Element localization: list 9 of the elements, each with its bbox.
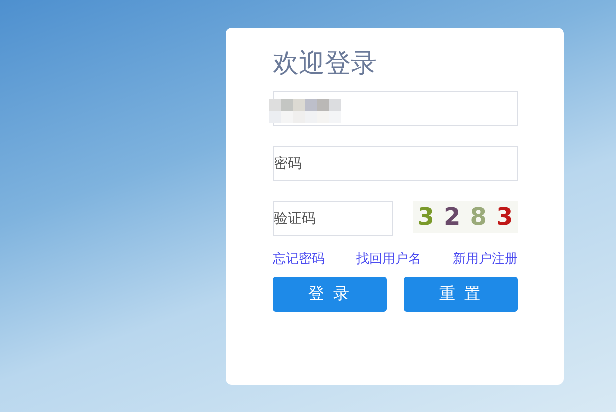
link[interactable]: 找回用户名 [356, 250, 422, 268]
login-title: 欢迎登录 [273, 48, 378, 80]
password-field[interactable]: 密码 [273, 146, 518, 181]
link[interactable]: 新用户注册 [453, 250, 518, 268]
login-button[interactable]: 登 录 [273, 277, 387, 312]
captcha-image[interactable]: 3 2 8 3 [413, 201, 518, 233]
link[interactable]: 忘记密码 [273, 250, 325, 268]
captcha-field[interactable]: 验证码 [273, 201, 393, 236]
reset-button[interactable]: 重 置 [404, 277, 518, 312]
